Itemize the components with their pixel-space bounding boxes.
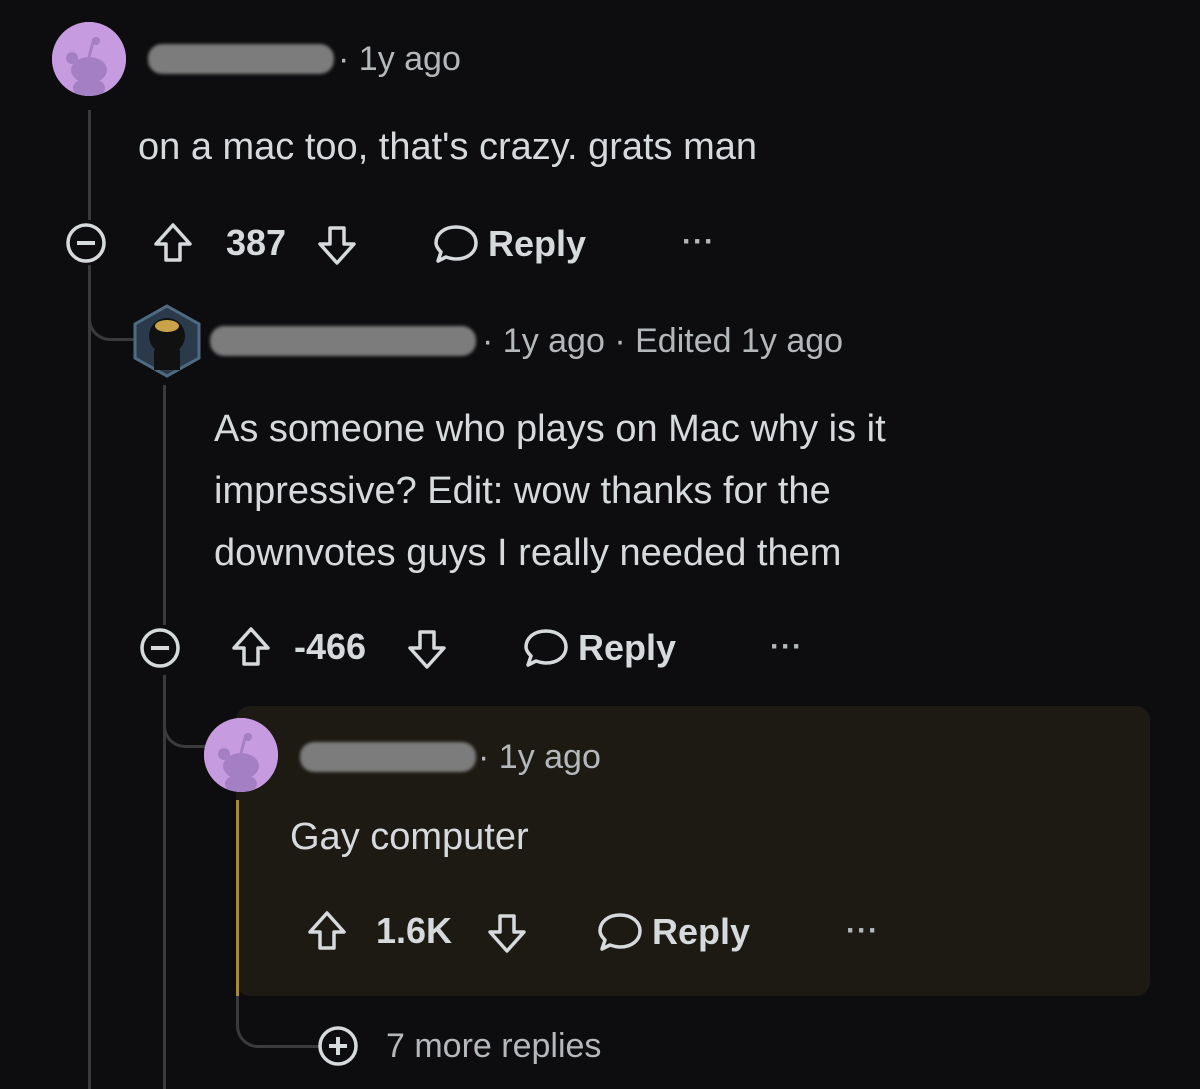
comment-meta: · 1y ago · Edited 1y ago xyxy=(482,322,844,360)
thread-line-2 xyxy=(88,265,91,1089)
avatar[interactable] xyxy=(130,304,204,378)
snoo-avatar-icon xyxy=(204,718,278,792)
more-replies-label: 7 more replies xyxy=(386,1026,602,1065)
more-options-button[interactable]: ··· xyxy=(846,914,879,948)
comment-body: on a mac too, that's crazy. grats man xyxy=(138,126,758,168)
vote-score: 387 xyxy=(226,222,287,263)
comment-body: As someone who plays on Mac why is it im… xyxy=(214,408,886,574)
reply-label: Reply xyxy=(652,911,751,952)
downvote-arrow-icon xyxy=(318,226,356,265)
reply-button[interactable]: Reply xyxy=(596,909,750,955)
thread-line-3 xyxy=(163,385,166,625)
comment-meta: · 1y ago xyxy=(338,40,461,78)
downvote-arrow-icon xyxy=(408,630,446,669)
edited-label: Edited 1y ago xyxy=(635,322,844,360)
collapse-button[interactable] xyxy=(64,221,108,265)
comment-bubble-icon xyxy=(434,225,478,263)
username-redacted xyxy=(300,742,476,772)
more-options-button[interactable]: ··· xyxy=(682,225,715,259)
avatar[interactable] xyxy=(52,22,126,96)
upvote-button[interactable] xyxy=(150,220,196,266)
upvote-button[interactable] xyxy=(304,908,350,954)
upvote-arrow-icon xyxy=(232,627,270,666)
upvote-arrow-icon xyxy=(308,911,346,950)
upvote-arrow-icon xyxy=(154,223,192,262)
username-redacted xyxy=(210,326,476,356)
timestamp: 1y ago xyxy=(358,40,461,78)
username-redacted xyxy=(148,44,334,74)
more-replies-button[interactable]: 7 more replies xyxy=(316,1024,601,1068)
thread-line-4 xyxy=(163,675,166,1089)
reply-button[interactable]: Reply xyxy=(522,625,676,671)
comment-meta: · 1y ago xyxy=(478,738,601,776)
comment-bubble-icon xyxy=(524,629,568,667)
reply-button[interactable]: Reply xyxy=(432,221,586,267)
highlight-accent-bar xyxy=(236,800,239,996)
reply-label: Reply xyxy=(488,223,587,264)
timestamp: 1y ago xyxy=(498,738,601,776)
comment-body: Gay computer xyxy=(290,816,529,858)
upvote-button[interactable] xyxy=(228,624,274,670)
reply-label: Reply xyxy=(578,627,677,668)
more-options-button[interactable]: ··· xyxy=(770,630,803,664)
snoo-avatar-icon xyxy=(52,22,126,96)
minus-circle-icon xyxy=(140,628,180,668)
thread-elbow-2 xyxy=(163,675,214,748)
downvote-button[interactable] xyxy=(404,626,450,672)
comment-bubble-icon xyxy=(598,913,642,951)
timestamp: 1y ago xyxy=(502,322,605,360)
avatar[interactable] xyxy=(204,718,278,792)
vote-score: -466 xyxy=(294,626,367,667)
downvote-button[interactable] xyxy=(314,222,360,268)
collapse-button[interactable] xyxy=(138,626,182,670)
plus-circle-icon xyxy=(318,1026,358,1066)
minus-circle-icon xyxy=(66,223,106,263)
vote-score: 1.6K xyxy=(376,910,453,951)
downvote-arrow-icon xyxy=(488,914,526,953)
thread-line-1 xyxy=(88,110,91,220)
downvote-button[interactable] xyxy=(484,910,530,956)
